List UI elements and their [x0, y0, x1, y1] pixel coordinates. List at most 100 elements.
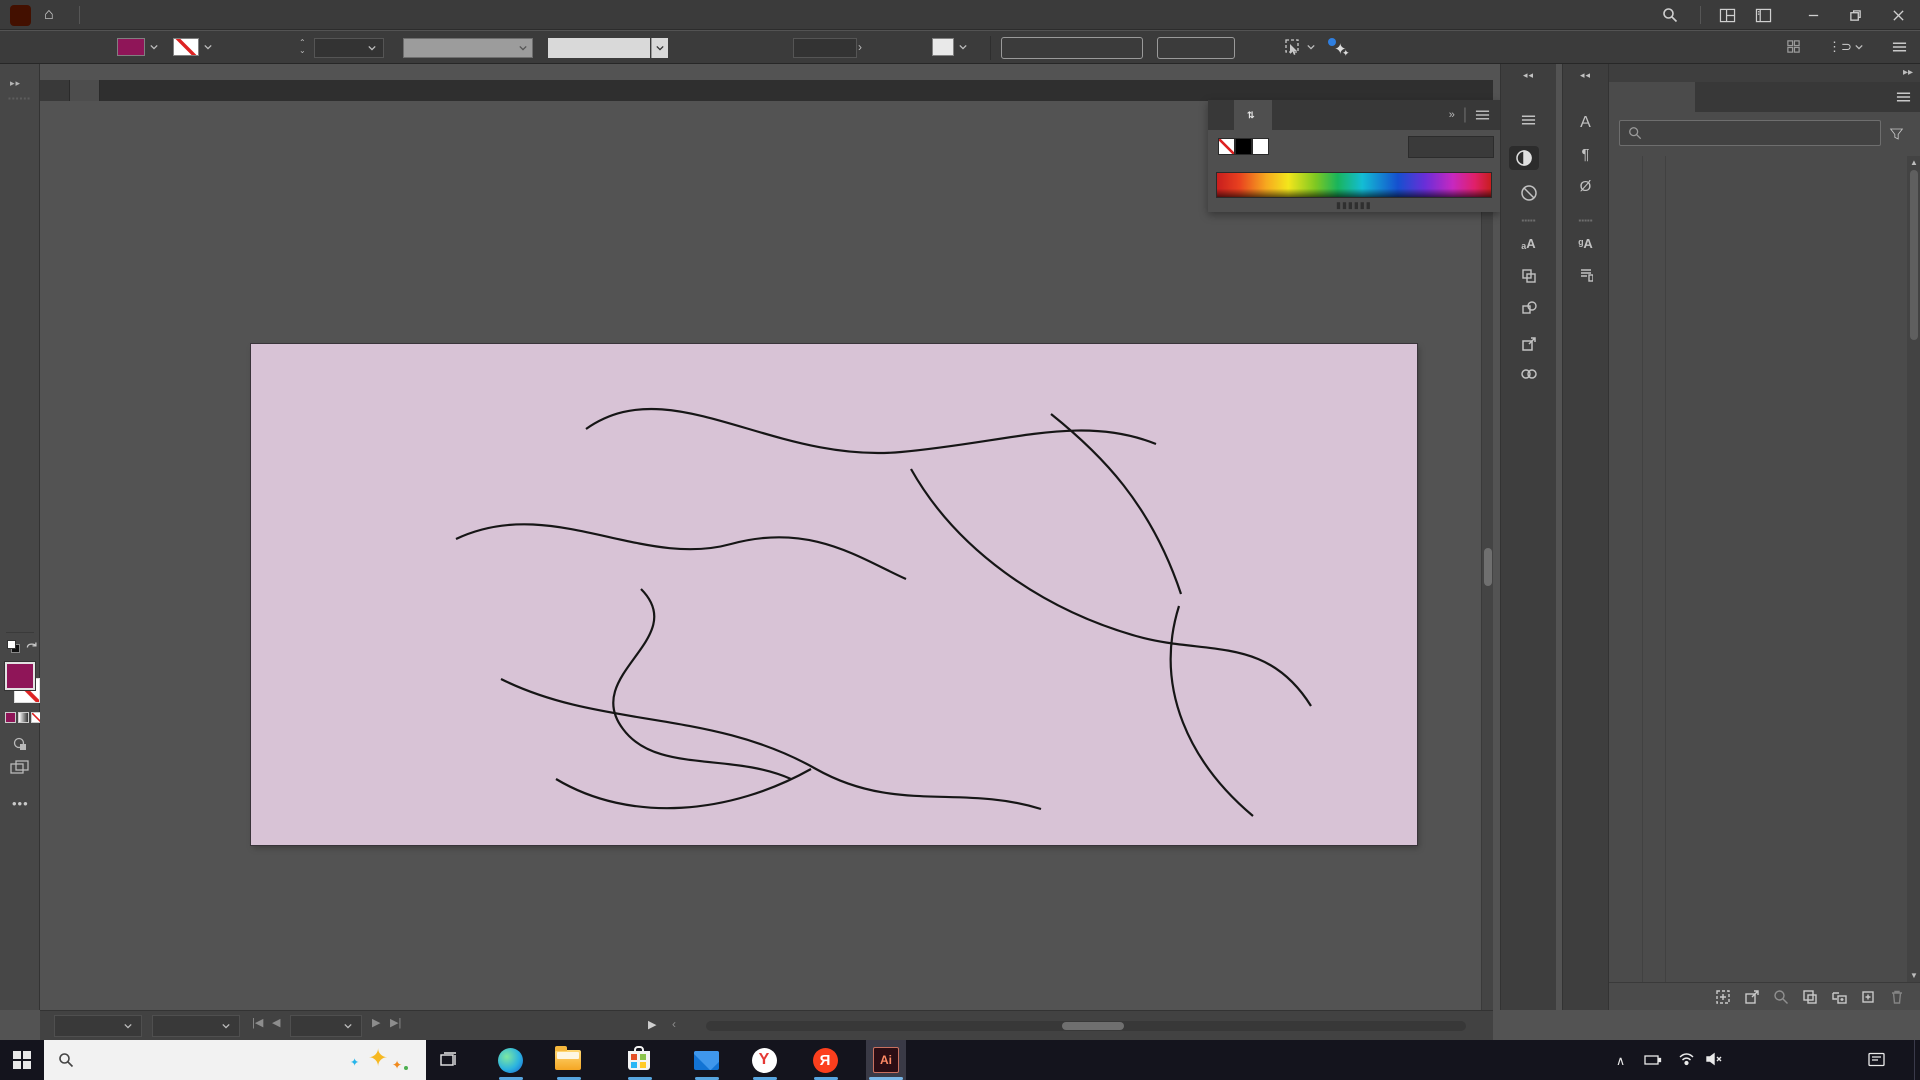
- tab-color[interactable]: ⇅: [1234, 100, 1272, 130]
- trash-icon[interactable]: [1889, 989, 1905, 1005]
- document-setup-button[interactable]: [1001, 37, 1143, 59]
- panel-resize-grip[interactable]: ▮▮▮▮▮▮: [1336, 200, 1372, 211]
- workspace-icon[interactable]: [1712, 0, 1742, 30]
- restore-button[interactable]: [1834, 0, 1876, 30]
- file-explorer-icon[interactable]: [552, 1044, 584, 1076]
- zoom-level-dropdown[interactable]: [54, 1015, 142, 1037]
- layers-menu-icon[interactable]: [1896, 91, 1911, 103]
- brush-dropdown-icon[interactable]: [651, 38, 668, 58]
- store-icon[interactable]: [623, 1044, 655, 1076]
- horizontal-scroll-thumb[interactable]: [1062, 1022, 1124, 1030]
- draw-normal-icon[interactable]: [10, 760, 30, 776]
- brush-definition-dropdown[interactable]: [548, 38, 650, 58]
- opacity-field[interactable]: [793, 38, 857, 58]
- vertical-scroll-thumb[interactable]: [1484, 548, 1492, 586]
- rotation-dropdown[interactable]: [152, 1015, 240, 1037]
- start-button[interactable]: [13, 1051, 31, 1069]
- links-panel-icon[interactable]: [1501, 368, 1556, 380]
- artboard-number-dropdown[interactable]: [290, 1015, 362, 1037]
- character-panel-icon[interactable]: А: [1563, 114, 1608, 132]
- gradient-panel-icon[interactable]: [1501, 184, 1556, 202]
- dock-collapse-icon[interactable]: ◂◂: [1563, 70, 1608, 81]
- scroll-down-icon[interactable]: ▼: [1910, 971, 1918, 980]
- paragraph-panel-icon[interactable]: ¶: [1563, 146, 1608, 163]
- home-icon[interactable]: ⌂: [44, 5, 54, 25]
- stroke-weight-field[interactable]: [314, 38, 384, 58]
- swatch-white[interactable]: [1252, 138, 1269, 155]
- bounding-box-icon[interactable]: [1715, 989, 1731, 1005]
- swatch-black[interactable]: [1235, 138, 1252, 155]
- mail-icon[interactable]: [690, 1044, 722, 1076]
- search-icon[interactable]: [1655, 0, 1685, 30]
- opacity-panel-chevron[interactable]: ›: [858, 40, 862, 54]
- stroke-swatch[interactable]: [173, 38, 199, 56]
- character-styles-panel-icon[interactable]: ᵍA: [1563, 236, 1608, 251]
- isolate-dropdown-icon[interactable]: [1304, 38, 1318, 56]
- close-button[interactable]: [1876, 0, 1920, 30]
- filter-funnel-icon[interactable]: [1889, 127, 1904, 141]
- tab-gradient[interactable]: [1272, 100, 1298, 130]
- fill-swatch[interactable]: [117, 38, 145, 56]
- swap-fill-stroke-icon[interactable]: [24, 638, 41, 652]
- paragraph-styles-panel-icon[interactable]: [1563, 268, 1608, 282]
- tab-stroke[interactable]: [1208, 100, 1234, 130]
- new-layer-icon[interactable]: [1860, 989, 1876, 1005]
- search-highlights-icon[interactable]: ✦ ✦ ✦: [340, 1044, 410, 1076]
- tray-expand-icon[interactable]: ∧: [1616, 1053, 1625, 1068]
- style-dropdown-icon[interactable]: [956, 38, 970, 56]
- swatch-none[interactable]: [1218, 138, 1235, 155]
- toolbar-grip[interactable]: ▪▪▪▪▪▪: [8, 94, 31, 103]
- layers-scrollbar[interactable]: ▲ ▼: [1907, 156, 1920, 982]
- generative-ai-icon[interactable]: ✦ ✦: [1328, 38, 1350, 58]
- artboard[interactable]: [251, 344, 1417, 845]
- layers-search-input[interactable]: [1619, 120, 1881, 146]
- status-collapse-icon[interactable]: ‹: [672, 1017, 676, 1031]
- new-sublayer-icon[interactable]: [1831, 989, 1847, 1005]
- variable-width-dropdown[interactable]: [403, 38, 533, 58]
- last-artboard-icon[interactable]: ▶|: [390, 1016, 401, 1029]
- touch-workspace-icon[interactable]: [1786, 39, 1801, 54]
- arrange-icon[interactable]: ⋮⊃: [1828, 39, 1852, 55]
- color-panel-icon[interactable]: [1509, 146, 1539, 170]
- show-desktop-divider[interactable]: [1914, 1040, 1915, 1080]
- export-panel-icon[interactable]: [1501, 336, 1556, 352]
- floral-line-art[interactable]: [251, 344, 1417, 845]
- scroll-up-icon[interactable]: ▲: [1910, 158, 1918, 167]
- vertical-scrollbar[interactable]: [1481, 101, 1493, 1010]
- yandex-icon[interactable]: Я: [809, 1044, 841, 1076]
- isolate-selection-icon[interactable]: [1282, 38, 1302, 56]
- style-swatch[interactable]: [932, 38, 954, 56]
- export-icon[interactable]: [1744, 989, 1760, 1005]
- symbols-panel-icon[interactable]: [1501, 300, 1556, 316]
- dock-collapse-icon[interactable]: ◂◂: [1501, 70, 1556, 81]
- clip-mask-icon[interactable]: [1802, 989, 1818, 1005]
- control-menu-icon[interactable]: [1892, 41, 1907, 53]
- draw-mode-icon[interactable]: [12, 736, 28, 752]
- layers-scroll-thumb[interactable]: [1910, 170, 1918, 340]
- horizontal-scrollbar[interactable]: [706, 1021, 1466, 1031]
- edit-toolbar-icon[interactable]: •••: [12, 796, 29, 811]
- edge-icon[interactable]: [494, 1044, 526, 1076]
- illustrator-taskbar-icon[interactable]: Ai: [866, 1040, 906, 1080]
- task-view-icon[interactable]: [433, 1044, 465, 1076]
- color-mode-icon[interactable]: [5, 712, 16, 723]
- panel-layout-icon[interactable]: [1748, 0, 1778, 30]
- locate-object-icon[interactable]: [1773, 989, 1789, 1005]
- graphic-styles-panel-icon[interactable]: [1501, 268, 1556, 284]
- taskbar-search-input[interactable]: ✦ ✦ ✦: [44, 1040, 426, 1080]
- tab-layers[interactable]: [1609, 82, 1695, 112]
- properties-panel-icon[interactable]: [1501, 114, 1556, 126]
- fill-color-well[interactable]: [5, 662, 35, 690]
- stroke-stepper[interactable]: ⌃⌄: [299, 39, 306, 55]
- document-tab-1[interactable]: [40, 80, 70, 101]
- prev-artboard-icon[interactable]: ◀: [272, 1016, 280, 1029]
- y-browser-icon[interactable]: Y: [748, 1044, 780, 1076]
- gradient-mode-icon[interactable]: [18, 712, 29, 723]
- hex-input[interactable]: [1408, 136, 1494, 158]
- notifications-icon[interactable]: [1868, 1052, 1885, 1067]
- panel-menu-icon[interactable]: [1475, 109, 1490, 121]
- glyphs-panel-icon[interactable]: ₐA: [1501, 236, 1556, 251]
- next-artboard-icon[interactable]: ▶: [372, 1016, 380, 1029]
- preferences-button[interactable]: [1157, 37, 1235, 59]
- minimize-button[interactable]: [1792, 0, 1834, 30]
